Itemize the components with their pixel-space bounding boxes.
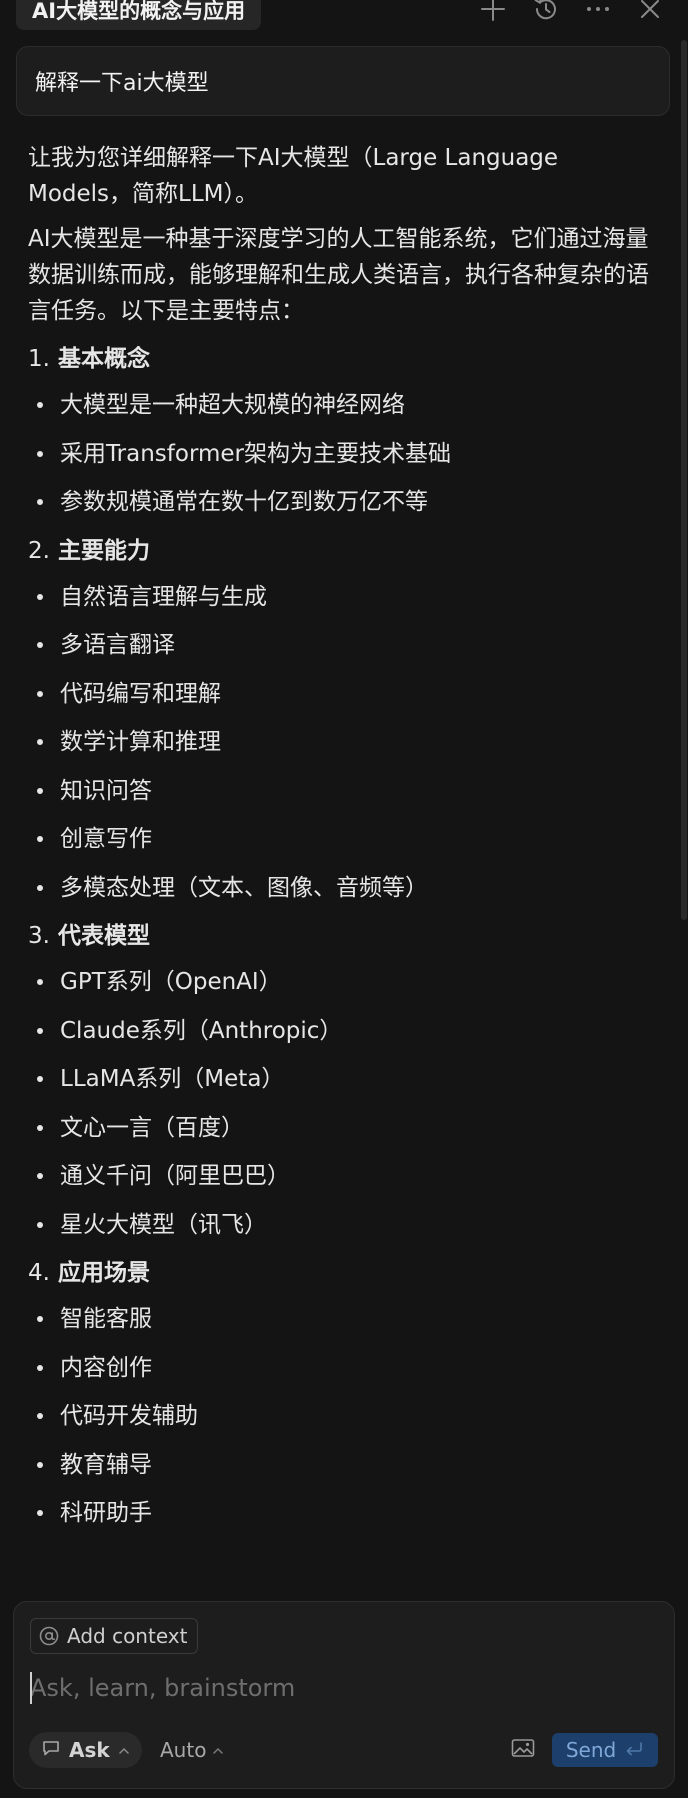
answer-intro: 让我为您详细解释一下AI大模型（Large Language Models，简称… <box>28 145 559 207</box>
add-context-label: Add context <box>67 1624 188 1648</box>
list-item: Claude系列（Anthropic） <box>28 1013 656 1049</box>
chat-title: AI大模型的概念与应用 <box>32 0 246 23</box>
close-icon <box>638 0 662 21</box>
list-item: 星火大模型（讯飞） <box>28 1207 656 1243</box>
image-icon <box>511 1738 535 1762</box>
add-context-button[interactable]: Add context <box>30 1618 199 1654</box>
enter-key-icon <box>624 1738 644 1762</box>
new-chat-button[interactable] <box>476 0 510 26</box>
list-item: 自然语言理解与生成 <box>28 579 656 615</box>
list-item: 智能客服 <box>28 1301 656 1337</box>
user-query-text: 解释一下ai大模型 <box>35 71 209 96</box>
section-list: GPT系列（OpenAI） Claude系列（Anthropic） LLaMA系… <box>28 964 656 1243</box>
list-item: 大模型是一种超大规模的神经网络 <box>28 387 656 423</box>
list-item: 参数规模通常在数十亿到数万亿不等 <box>28 484 656 520</box>
at-sign-icon <box>39 1626 59 1646</box>
section-title: 1. 基本概念 <box>28 346 150 372</box>
answer-summary: AI大模型是一种基于深度学习的人工智能系统，它们通过海量数据训练而成，能够理解和… <box>28 226 649 324</box>
list-item: 科研助手 <box>28 1495 656 1531</box>
attach-image-button[interactable] <box>508 1735 538 1765</box>
chat-header: AI大模型的概念与应用 <box>0 0 688 36</box>
list-item: 知识问答 <box>28 773 656 809</box>
list-item: 代码开发辅助 <box>28 1398 656 1434</box>
mode-label: Ask <box>69 1738 110 1762</box>
section-list: 大模型是一种超大规模的神经网络 采用Transformer架构为主要技术基础 参… <box>28 387 656 520</box>
list-item: 采用Transformer架构为主要技术基础 <box>28 436 656 472</box>
section-title: 4. 应用场景 <box>28 1260 150 1286</box>
section-list: 自然语言理解与生成 多语言翻译 代码编写和理解 数学计算和推理 知识问答 创意写… <box>28 579 656 906</box>
list-item: LLaMA系列（Meta） <box>28 1061 656 1097</box>
list-item: 数学计算和推理 <box>28 724 656 760</box>
ellipsis-icon <box>584 0 612 23</box>
scrollbar-thumb[interactable] <box>681 40 687 920</box>
history-icon <box>532 0 560 23</box>
chat-bubble-icon <box>41 1738 61 1763</box>
user-query-bubble[interactable]: 解释一下ai大模型 <box>16 46 670 116</box>
model-label: Auto <box>160 1738 207 1762</box>
assistant-answer: 让我为您详细解释一下AI大模型（Large Language Models，简称… <box>28 140 656 1544</box>
list-item: 多模态处理（文本、图像、音频等） <box>28 870 656 906</box>
chevron-up-icon <box>118 1738 130 1762</box>
chevron-up-icon <box>212 1738 224 1762</box>
prompt-input[interactable] <box>30 1670 650 1706</box>
list-item: 创意写作 <box>28 821 656 857</box>
model-selector[interactable]: Auto <box>160 1732 224 1768</box>
section-title: 2. 主要能力 <box>28 537 150 564</box>
close-button[interactable] <box>633 0 667 26</box>
more-button[interactable] <box>581 0 615 26</box>
send-button[interactable]: Send <box>552 1733 658 1767</box>
chat-title-tab[interactable]: AI大模型的概念与应用 <box>16 0 262 30</box>
list-item: 多语言翻译 <box>28 627 656 663</box>
mode-selector[interactable]: Ask <box>29 1732 142 1768</box>
text-caret <box>30 1672 32 1704</box>
history-button[interactable] <box>529 0 563 26</box>
list-item: 通义千问（阿里巴巴） <box>28 1158 656 1194</box>
list-item: 文心一言（百度） <box>28 1110 656 1146</box>
section-title: 3. 代表模型 <box>28 923 150 949</box>
list-item: 代码编写和理解 <box>28 676 656 712</box>
send-label: Send <box>565 1738 617 1762</box>
section-list: 智能客服 内容创作 代码开发辅助 教育辅导 科研助手 <box>28 1301 656 1531</box>
plus-icon <box>480 0 506 22</box>
list-item: 教育辅导 <box>28 1447 656 1483</box>
list-item: 内容创作 <box>28 1350 656 1386</box>
list-item: GPT系列（OpenAI） <box>28 964 656 1000</box>
message-composer: Add context Ask Auto Send <box>13 1601 675 1789</box>
